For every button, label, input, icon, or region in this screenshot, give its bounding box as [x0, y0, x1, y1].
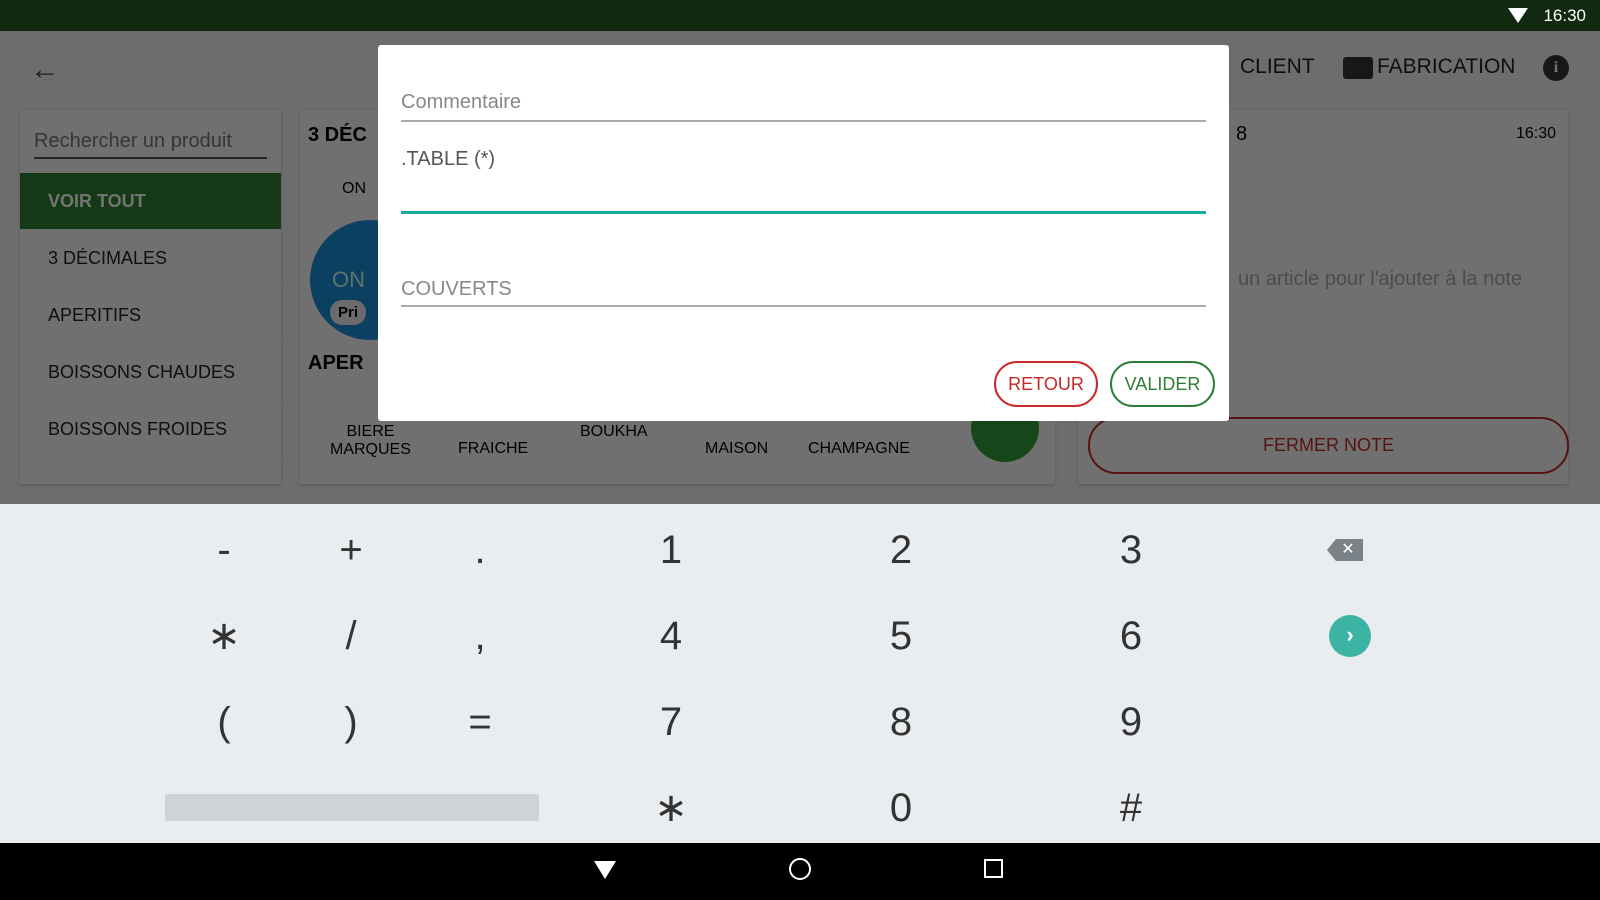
category-3-decimales[interactable]: 3 DÉCIMALES — [20, 230, 281, 287]
retour-button[interactable]: RETOUR — [994, 361, 1098, 407]
valider-button[interactable]: VALIDER — [1110, 361, 1215, 407]
close-note-button[interactable]: FERMER NOTE — [1088, 417, 1569, 474]
next-arrow-icon[interactable]: › — [1329, 615, 1371, 657]
client-button[interactable]: CLIENT — [1240, 55, 1315, 79]
section-title: 3 DÉC — [308, 124, 367, 146]
product-champagne[interactable]: CHAMPAGNE — [808, 440, 910, 458]
note-empty-text: un article pour l'ajouter à la note — [1238, 268, 1522, 290]
category-aperitifs[interactable]: APERITIFS — [20, 287, 281, 344]
key[interactable]: 1 — [631, 520, 711, 580]
key[interactable]: ( — [184, 692, 264, 752]
key[interactable]: = — [440, 692, 520, 752]
info-icon[interactable]: i — [1543, 55, 1569, 81]
table-label: .TABLE (*) — [401, 148, 496, 170]
recents-nav-icon[interactable] — [984, 859, 1003, 878]
table-underline — [401, 211, 1206, 214]
comment-input[interactable]: Commentaire — [401, 91, 1206, 114]
key[interactable]: # — [1091, 778, 1171, 838]
navigation-bar — [0, 843, 1600, 900]
back-nav-icon[interactable] — [594, 861, 616, 879]
key[interactable]: 8 — [861, 692, 941, 752]
key[interactable]: / — [311, 606, 391, 666]
back-arrow-icon[interactable]: ← — [30, 53, 60, 87]
printer-icon — [1343, 57, 1373, 79]
product-maison[interactable]: MAISON — [705, 440, 768, 458]
category-panel: Rechercher un produit VOIR TOUT 3 DÉCIMA… — [20, 110, 281, 484]
numeric-keyboard: - +. 1 2 3 ∗ /, 4 5 6 () = 7 8 9 ∗ 0 # ✕ › — [0, 504, 1600, 843]
category-boissons-chaudes[interactable]: BOISSONS CHAUDES — [20, 344, 281, 401]
key[interactable]: 2 — [861, 520, 941, 580]
status-bar: 16:30 — [0, 0, 1600, 31]
fabrication-button[interactable]: FABRICATION — [1377, 55, 1515, 79]
key[interactable]: - — [184, 520, 264, 580]
tab-on[interactable]: ON — [342, 180, 366, 198]
category-voir-tout[interactable]: VOIR TOUT — [20, 173, 281, 230]
key[interactable]: + — [311, 520, 391, 580]
key[interactable]: 6 — [1091, 606, 1171, 666]
key[interactable]: ∗ — [184, 606, 264, 666]
price-chip: Pri — [330, 300, 367, 325]
couverts-input[interactable]: COUVERTS — [401, 278, 1206, 301]
product-biere-marques[interactable]: BIERE MARQUES — [330, 423, 411, 459]
key[interactable]: . — [440, 520, 520, 580]
space-key[interactable] — [165, 794, 539, 821]
key[interactable]: 7 — [631, 692, 711, 752]
key[interactable]: 9 — [1091, 692, 1171, 752]
product-fraiche[interactable]: FRAICHE — [458, 440, 528, 458]
table-dialog: Commentaire .TABLE (*) COUVERTS RETOUR V… — [378, 45, 1229, 421]
product-boukha[interactable]: BOUKHA — [580, 423, 648, 441]
note-time: 16:30 — [1515, 125, 1556, 142]
note-number: 8 — [1236, 123, 1248, 145]
key[interactable]: 4 — [631, 606, 711, 666]
table-input[interactable] — [401, 180, 1206, 210]
key[interactable]: 5 — [861, 606, 941, 666]
key[interactable]: 3 — [1091, 520, 1171, 580]
category-boissons-froides[interactable]: BOISSONS FROIDES — [20, 401, 281, 458]
home-nav-icon[interactable] — [789, 858, 811, 880]
key[interactable]: ∗ — [631, 778, 711, 838]
key[interactable]: 0 — [861, 778, 941, 838]
comment-underline — [401, 120, 1206, 122]
wifi-icon — [1508, 8, 1528, 23]
search-input[interactable]: Rechercher un produit — [34, 130, 267, 159]
key[interactable]: ) — [311, 692, 391, 752]
status-time: 16:30 — [1543, 6, 1586, 25]
couverts-underline — [401, 305, 1206, 307]
key[interactable]: , — [440, 606, 520, 666]
backspace-icon[interactable]: ✕ — [1327, 539, 1363, 561]
section-title: APER — [308, 352, 364, 374]
